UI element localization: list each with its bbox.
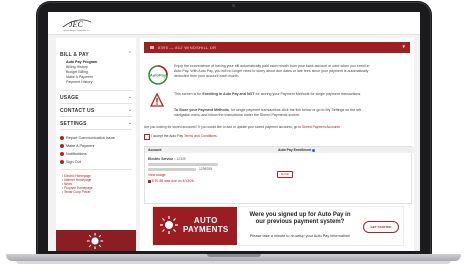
sidebar: BILL & PAY ⌃ Auto Pay Program Billing Hi… [56, 38, 136, 251]
store-methods-note: To Store your Payment Methods, for singl… [174, 108, 374, 118]
divider [60, 103, 132, 104]
info-icon[interactable] [312, 148, 316, 152]
autopay-icon: AutoPay [148, 65, 168, 85]
account-label: 5395 — 812 WINDSHILL DR [158, 45, 217, 50]
sign-out-label: Sign Out [66, 160, 81, 164]
chevron-down-icon[interactable]: ⌄ [128, 94, 132, 100]
service-name: Electric Service [148, 157, 174, 161]
balance-text: $ 91.86 was due on 4/13/26. [151, 179, 195, 183]
chevron-up-icon[interactable]: ⌃ [128, 51, 132, 57]
divider [60, 116, 132, 117]
sidebar-item-billing-history[interactable]: Billing History [66, 65, 88, 69]
sun-icon [86, 232, 104, 250]
autopay-promo-banner[interactable]: AUTO PAYMENTS Were you signed up for Aut… [152, 206, 404, 246]
redacted-line [148, 168, 196, 171]
column-enrollment: Auto Pay Enrollment [275, 147, 414, 153]
report-issue-link[interactable]: Report Communication Issue [60, 136, 115, 140]
notice-lead: This screen is for [174, 92, 203, 96]
laptop-notch [207, 254, 261, 257]
stored-accounts-question: Are you looking for stored accounts? If … [144, 125, 414, 130]
alert-icon [60, 136, 64, 140]
sidebar-promo[interactable] [56, 230, 136, 251]
camera-icon [232, 4, 235, 7]
table-row-service: Electric Service • 12345 [148, 157, 186, 161]
warning-icon [150, 93, 164, 107]
sidebar-item-auto-pay[interactable]: Auto Pay Program [66, 60, 97, 64]
enroll-button[interactable]: Enroll [277, 171, 293, 178]
make-payment-link[interactable]: Make A Payment [60, 144, 95, 148]
promo-subtext: Please take a minute to re-setup your Au… [249, 234, 351, 238]
notifications-label: Notifications [66, 152, 87, 156]
nav-usage[interactable]: USAGE [60, 95, 79, 101]
sidebar-item-payment-history[interactable]: Payment History [66, 80, 92, 84]
divider [60, 90, 132, 91]
terms-label: I accept the Auto Pay Terms and Conditio… [151, 134, 217, 138]
alert-square-icon [148, 179, 151, 183]
dropdown-caret-icon[interactable]: ▾ [402, 44, 405, 50]
chevron-down-icon[interactable]: ⌄ [128, 107, 132, 113]
balance-due: $ 91.86 was due on 4/13/26. [148, 179, 195, 183]
notice-bold: Enrolling in Auto Pay and NOT [202, 92, 255, 96]
sidebar-item-make-payment[interactable]: Make A Payment [66, 75, 93, 79]
notice-tail: for storing your Payment Methods for sin… [254, 92, 362, 96]
get-started-button[interactable]: GET STARTED [363, 221, 399, 233]
nav-contact-us[interactable]: CONTACT US [60, 108, 94, 114]
report-issue-label: Report Communication Issue [66, 136, 115, 140]
dollar-icon [60, 144, 64, 148]
bell-icon [60, 152, 64, 156]
promo-left-panel: AUTO PAYMENTS [153, 207, 237, 245]
notifications-link[interactable]: Notifications [60, 152, 87, 156]
terms-checkbox[interactable] [144, 134, 150, 140]
chevron-down-icon[interactable]: ⌄ [128, 120, 132, 126]
divider [60, 129, 132, 130]
column-enrollment-label: Auto Pay Enrollment [278, 148, 312, 152]
accounts-table: Account Auto Pay Enrollment Electric Ser… [144, 146, 414, 204]
browser-screen: JEC Jackson Electric Cooperative, Inc. B… [48, 12, 420, 251]
terms-text: I accept the Auto Pay [151, 134, 184, 138]
texas-coop-power-link[interactable]: • Texas Coop Power [62, 190, 91, 194]
view-usage-link[interactable]: View usage [148, 173, 165, 177]
sidebar-item-budget-billing[interactable]: Budget Billing [66, 70, 88, 74]
stored-payment-accounts-link[interactable]: Stored Payment Accounts [302, 125, 340, 129]
account-suffix: • 12345 [174, 157, 186, 161]
logo-text: JEC [69, 20, 83, 29]
autopay-icon-label: AutoPay [150, 73, 167, 78]
divider [60, 169, 132, 170]
sign-out-icon [60, 160, 64, 164]
jec-logo-icon[interactable]: JEC Jackson Electric Cooperative, Inc. [60, 14, 94, 32]
main-content: 5395 — 812 WINDSHILL DR ▾ AutoPay Enjoy … [140, 38, 414, 251]
make-payment-label: Make A Payment [66, 144, 95, 148]
sign-out-link[interactable]: Sign Out [60, 160, 81, 164]
redacted-line [148, 163, 218, 166]
terms-link[interactable]: Terms and Conditions [184, 134, 217, 138]
nav-bill-pay[interactable]: BILL & PAY [60, 52, 89, 58]
autopay-intro: Enjoy the convenience of having your bil… [174, 64, 370, 78]
promo-title-line1: AUTO [193, 216, 218, 225]
account-selector[interactable]: 5395 — 812 WINDSHILL DR ▾ [144, 42, 410, 53]
promo-title: AUTO PAYMENTS [183, 216, 229, 234]
promo-title-line2: PAYMENTS [183, 225, 229, 234]
stored-question-text: Are you looking for stored accounts? If … [144, 125, 302, 129]
store-bold: To Store your Payment Methods [174, 108, 229, 112]
account-id: 1298765 [199, 167, 213, 171]
column-account: Account [145, 147, 278, 153]
sun-icon [160, 216, 178, 234]
site-header: JEC Jackson Electric Cooperative, Inc. [48, 12, 420, 35]
autopay-notice: This screen is for Enrolling in Auto Pay… [174, 92, 374, 97]
logo-tagline: Jackson Electric Cooperative, Inc. [63, 29, 91, 32]
account-icon [150, 46, 154, 49]
promo-headline: Were you signed up for Auto Pay in our p… [249, 212, 351, 225]
nav-settings[interactable]: SETTINGS [60, 121, 87, 127]
